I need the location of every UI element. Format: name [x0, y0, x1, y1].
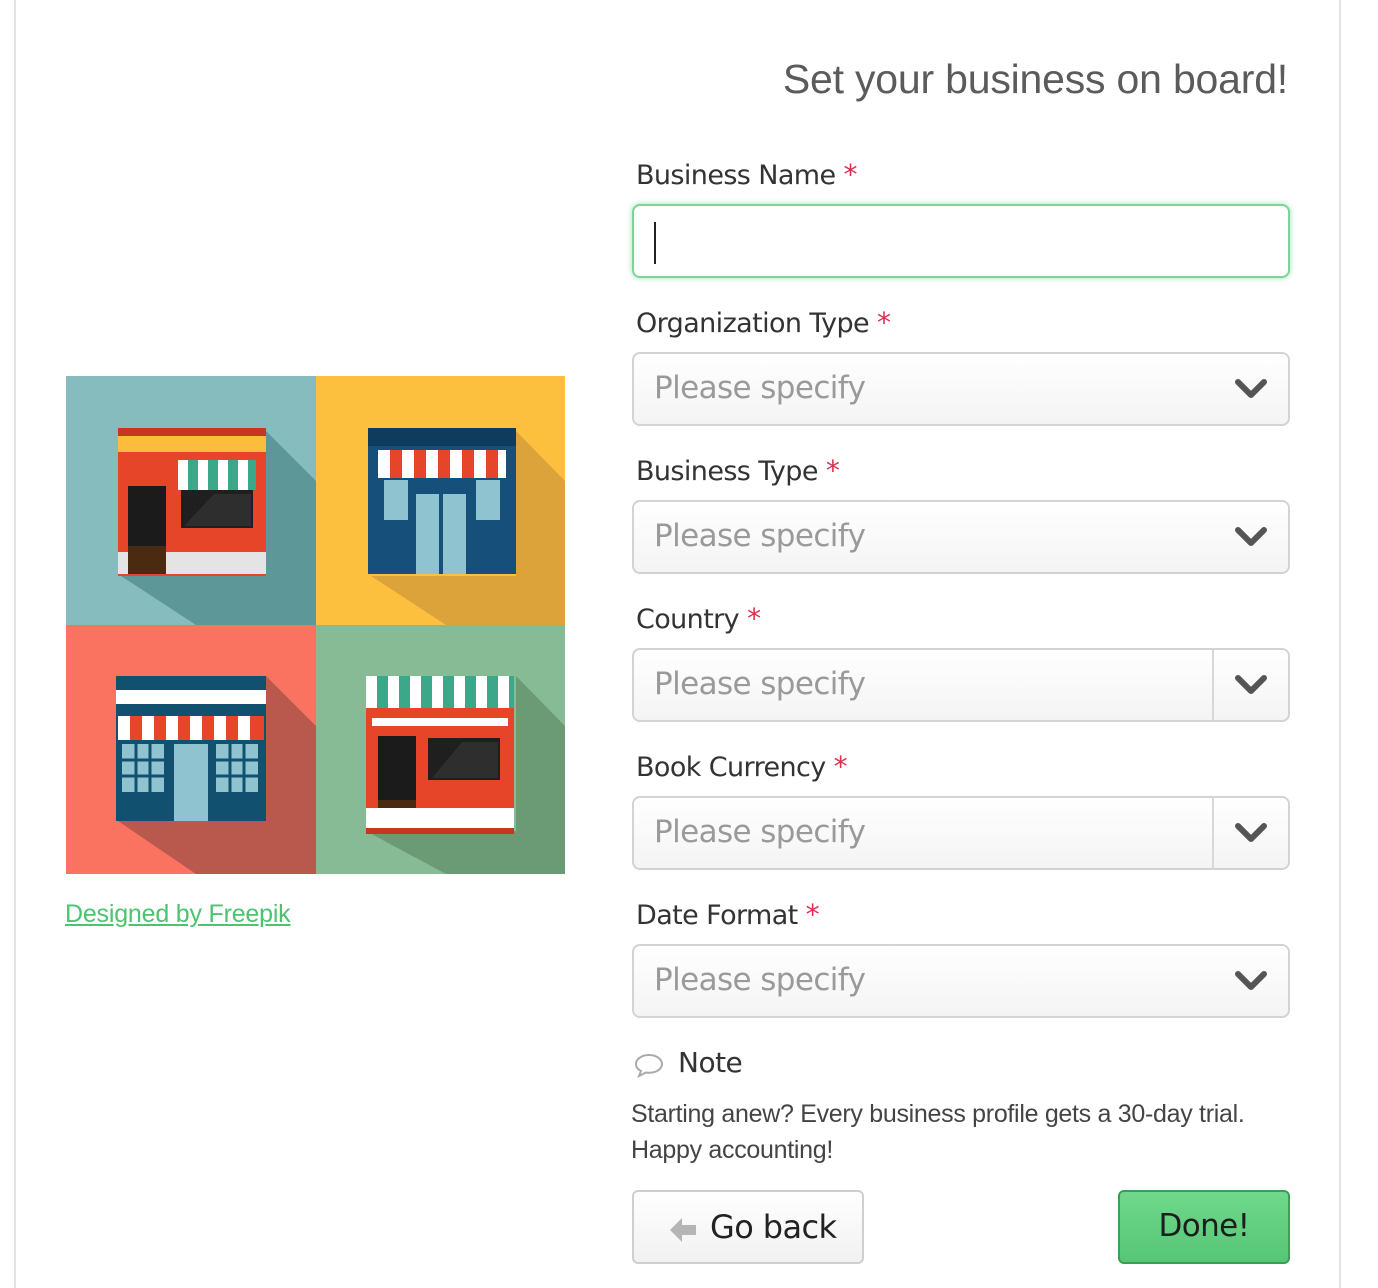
- country-label: Country *: [636, 602, 761, 635]
- date-format-label: Date Format *: [636, 898, 820, 931]
- book-currency-select[interactable]: Please specify: [632, 796, 1290, 870]
- speech-bubble-icon: [634, 1053, 664, 1078]
- note-text: Starting anew? Every business profile ge…: [631, 1096, 1281, 1168]
- country-value: Please specify: [654, 666, 866, 702]
- done-button[interactable]: Done!: [1118, 1190, 1290, 1264]
- go-back-button[interactable]: Go back: [632, 1190, 864, 1264]
- required-asterisk: *: [833, 750, 848, 783]
- note-text-line: Happy accounting!: [631, 1136, 833, 1164]
- business-name-label: Business Name *: [636, 158, 858, 191]
- storefronts-illustration: [66, 376, 565, 874]
- arrow-left-icon: [670, 1218, 696, 1242]
- chevron-down-icon: [1235, 971, 1267, 990]
- organization-type-select[interactable]: Please specify: [632, 352, 1290, 426]
- go-back-label: Go back: [710, 1208, 837, 1246]
- note-text-line: Starting anew? Every business profile ge…: [631, 1100, 1245, 1128]
- country-label-text: Country: [636, 604, 740, 635]
- required-asterisk: *: [825, 454, 840, 487]
- book-currency-label: Book Currency *: [636, 750, 848, 783]
- organization-type-value: Please specify: [654, 370, 866, 406]
- required-asterisk: *: [843, 158, 858, 191]
- page-title: Set your business on board!: [782, 56, 1288, 102]
- onboarding-page: Designed by Freepik Set your business on…: [0, 0, 1378, 1288]
- book-currency-label-text: Book Currency: [636, 752, 826, 783]
- chevron-down-icon[interactable]: [1234, 672, 1268, 698]
- chevron-down-icon: [1235, 527, 1267, 546]
- chevron-down-icon[interactable]: [1234, 820, 1268, 846]
- organization-type-label: Organization Type *: [636, 306, 891, 339]
- select-divider: [1212, 650, 1214, 720]
- business-type-value: Please specify: [654, 518, 866, 554]
- done-label: Done!: [1158, 1208, 1251, 1244]
- business-name-label-text: Business Name: [636, 160, 836, 191]
- date-format-label-text: Date Format: [636, 900, 798, 931]
- date-format-select[interactable]: Please specify: [632, 944, 1290, 1018]
- country-select[interactable]: Please specify: [632, 648, 1290, 722]
- text-caret: [654, 222, 656, 264]
- freepik-credit-link[interactable]: Designed by Freepik: [65, 900, 291, 929]
- select-divider: [1212, 798, 1214, 868]
- business-type-label: Business Type *: [636, 454, 840, 487]
- book-currency-value: Please specify: [654, 814, 866, 850]
- chevron-down-icon: [1235, 379, 1267, 398]
- organization-type-label-text: Organization Type: [636, 308, 870, 339]
- required-asterisk: *: [805, 898, 820, 931]
- date-format-value: Please specify: [654, 962, 866, 998]
- note-label: Note: [678, 1046, 743, 1079]
- frame-border-right: [1339, 0, 1341, 1288]
- frame-border-left: [14, 0, 16, 1288]
- business-type-select[interactable]: Please specify: [632, 500, 1290, 574]
- business-name-input[interactable]: [632, 204, 1290, 278]
- required-asterisk: *: [747, 602, 761, 635]
- required-asterisk: *: [877, 306, 891, 339]
- business-type-label-text: Business Type: [636, 456, 818, 487]
